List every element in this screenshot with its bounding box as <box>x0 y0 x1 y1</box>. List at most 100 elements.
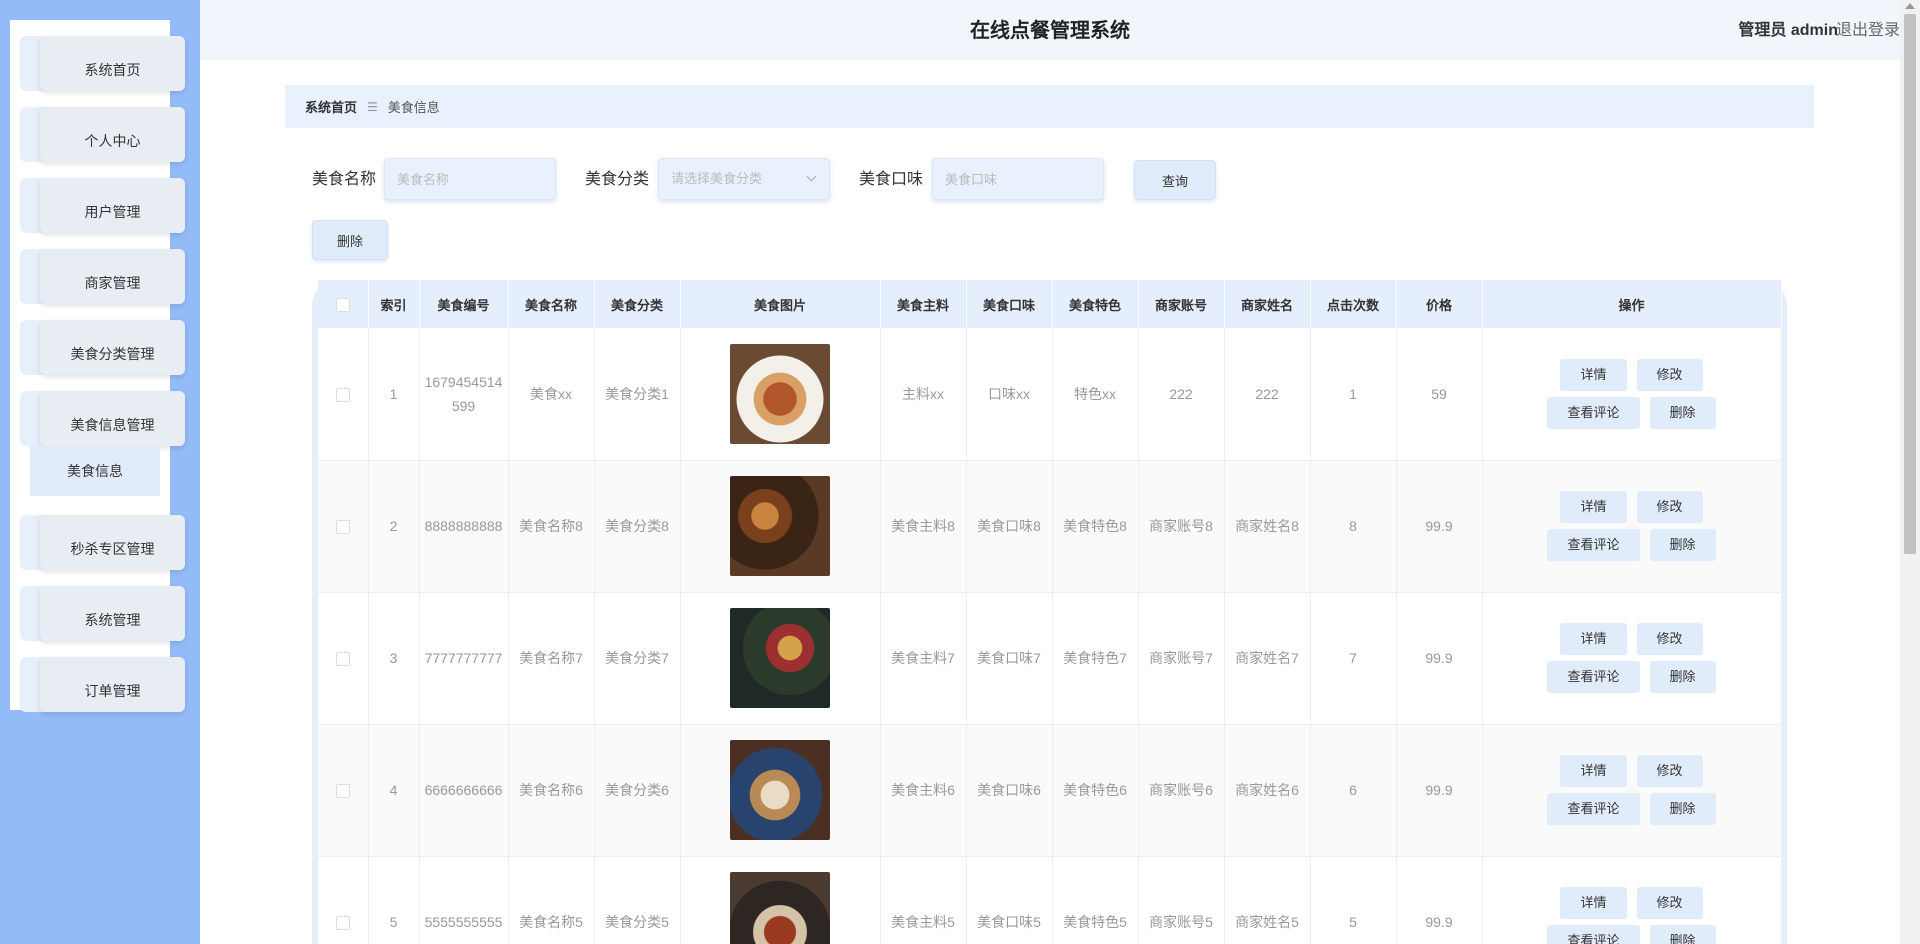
cell-index: 4 <box>368 724 420 857</box>
top-header: 在线点餐管理系统 管理员 admin 退出登录 <box>200 0 1900 60</box>
cell-image <box>680 592 881 725</box>
delete-button[interactable]: 删除 <box>1649 793 1716 825</box>
view-comments-button[interactable]: 查看评论 <box>1547 793 1640 825</box>
edit-button[interactable]: 修改 <box>1636 755 1703 787</box>
row-checkbox[interactable] <box>335 916 350 931</box>
view-comments-button[interactable]: 查看评论 <box>1547 529 1640 561</box>
cell-price: 99.9 <box>1396 460 1483 593</box>
row-checkbox[interactable] <box>335 652 350 667</box>
page-scrollbar[interactable] <box>1900 0 1920 944</box>
cell-ingredient: 美食主料5 <box>880 856 967 944</box>
food-name-label: 美食名称 <box>312 171 377 188</box>
cell-feature: 美食特色8 <box>1052 460 1139 593</box>
scroll-up-icon[interactable] <box>1905 3 1915 9</box>
detail-button[interactable]: 详情 <box>1560 358 1627 391</box>
cell-ingredient: 美食主料8 <box>880 460 967 593</box>
sidebar-item-home[interactable]: 系统首页 <box>20 36 185 91</box>
delete-button[interactable]: 删除 <box>1649 661 1716 693</box>
batch-delete-button[interactable]: 删除 <box>312 220 388 260</box>
chevron-down-icon <box>806 171 817 182</box>
table-header-row: 索引 美食编号 美食名称 美食分类 美食图片 美食主料 美食口味 美食特色 商家… <box>318 280 1782 328</box>
cell-name: 美食xx <box>508 328 595 461</box>
column-header: 索引 <box>368 280 420 328</box>
row-select-cell <box>318 460 369 593</box>
food-taste-label: 美食口味 <box>859 171 924 188</box>
select-all-checkbox[interactable] <box>335 297 350 312</box>
food-image <box>730 740 830 840</box>
row-select-cell <box>318 856 369 944</box>
view-comments-button[interactable]: 查看评论 <box>1547 396 1640 429</box>
delete-button[interactable]: 删除 <box>1649 529 1716 561</box>
row-actions-line: 查看评论 删除 <box>1547 396 1716 429</box>
cell-name: 美食名称7 <box>508 592 595 725</box>
row-checkbox[interactable] <box>335 784 350 799</box>
food-image <box>730 343 830 444</box>
cell-name: 美食名称6 <box>508 724 595 857</box>
detail-button[interactable]: 详情 <box>1560 755 1627 787</box>
row-actions: 详情 修改 查看评论 删除 <box>1487 358 1777 429</box>
cell-merchant-account: 商家账号6 <box>1138 724 1225 857</box>
table-row: 3 7777777777 美食名称7 美食分类7 美食主料7 美食口味7 美食特… <box>318 592 1782 725</box>
column-header: 美食主料 <box>880 280 967 328</box>
sidebar-item-profile[interactable]: 个人中心 <box>20 107 185 162</box>
sidebar-item-label: 美食分类管理 <box>40 320 185 375</box>
cell-merchant-name: 商家姓名6 <box>1224 724 1311 857</box>
sidebar-subitem-food-info[interactable]: 美食信息 <box>30 446 160 496</box>
sidebar-item-system[interactable]: 系统管理 <box>20 586 185 641</box>
detail-button[interactable]: 详情 <box>1560 623 1627 655</box>
delete-button[interactable]: 删除 <box>1649 396 1716 429</box>
row-select-cell <box>318 328 369 461</box>
current-user: 管理员 admin <box>1738 22 1838 39</box>
sidebar-item-users[interactable]: 用户管理 <box>20 178 185 233</box>
page-title: 在线点餐管理系统 <box>970 20 1130 42</box>
food-category-select[interactable]: 请选择美食分类 <box>658 158 830 200</box>
column-header: 美食编号 <box>419 280 509 328</box>
cell-image <box>680 856 881 944</box>
detail-button[interactable]: 详情 <box>1560 491 1627 523</box>
table-row: 1 1679454514599 美食xx 美食分类1 主料xx 口味xx 特色x… <box>318 328 1782 461</box>
food-taste-input[interactable] <box>932 158 1104 200</box>
breadcrumb-home[interactable]: 系统首页 <box>305 97 357 116</box>
cell-category: 美食分类7 <box>594 592 681 725</box>
column-header: 价格 <box>1396 280 1483 328</box>
scrollbar-thumb[interactable] <box>1904 14 1916 554</box>
row-actions: 详情 修改 查看评论 删除 <box>1487 887 1777 944</box>
logout-link[interactable]: 退出登录 <box>1836 0 1900 60</box>
cell-code: 8888888888 <box>419 460 509 593</box>
cell-index: 5 <box>368 856 420 944</box>
column-header: 美食名称 <box>508 280 595 328</box>
food-name-input[interactable] <box>384 158 556 200</box>
edit-button[interactable]: 修改 <box>1636 358 1703 391</box>
row-checkbox[interactable] <box>335 520 350 535</box>
sidebar-item-merchants[interactable]: 商家管理 <box>20 249 185 304</box>
row-actions-line: 查看评论 删除 <box>1547 925 1716 944</box>
cell-merchant-name: 商家姓名5 <box>1224 856 1311 944</box>
row-actions: 详情 修改 查看评论 删除 <box>1487 755 1777 825</box>
view-comments-button[interactable]: 查看评论 <box>1547 925 1640 944</box>
cell-clicks: 6 <box>1310 724 1397 857</box>
cell-clicks: 1 <box>1310 328 1397 461</box>
delete-button[interactable]: 删除 <box>1649 925 1716 944</box>
edit-button[interactable]: 修改 <box>1636 887 1703 919</box>
edit-button[interactable]: 修改 <box>1636 491 1703 523</box>
cell-clicks: 5 <box>1310 856 1397 944</box>
sidebar-item-food-info[interactable]: 美食信息管理 <box>20 391 185 446</box>
food-table: 索引 美食编号 美食名称 美食分类 美食图片 美食主料 美食口味 美食特色 商家… <box>318 280 1782 944</box>
sidebar-item-orders[interactable]: 订单管理 <box>20 657 185 712</box>
cell-actions: 详情 修改 查看评论 删除 <box>1482 328 1782 461</box>
query-button[interactable]: 查询 <box>1134 160 1216 200</box>
detail-button[interactable]: 详情 <box>1560 887 1627 919</box>
row-actions-line: 详情 修改 <box>1560 755 1703 787</box>
cell-feature: 美食特色7 <box>1052 592 1139 725</box>
cell-merchant-account: 商家账号7 <box>1138 592 1225 725</box>
row-actions-line: 查看评论 删除 <box>1547 793 1716 825</box>
sidebar-item-food-category[interactable]: 美食分类管理 <box>20 320 185 375</box>
cell-feature: 特色xx <box>1052 328 1139 461</box>
sidebar-item-flash-sale[interactable]: 秒杀专区管理 <box>20 515 185 570</box>
breadcrumb-current: 美食信息 <box>387 100 440 115</box>
view-comments-button[interactable]: 查看评论 <box>1547 661 1640 693</box>
cell-price: 99.9 <box>1396 592 1483 725</box>
row-checkbox[interactable] <box>335 388 350 403</box>
edit-button[interactable]: 修改 <box>1636 623 1703 655</box>
cell-index: 2 <box>368 460 420 593</box>
